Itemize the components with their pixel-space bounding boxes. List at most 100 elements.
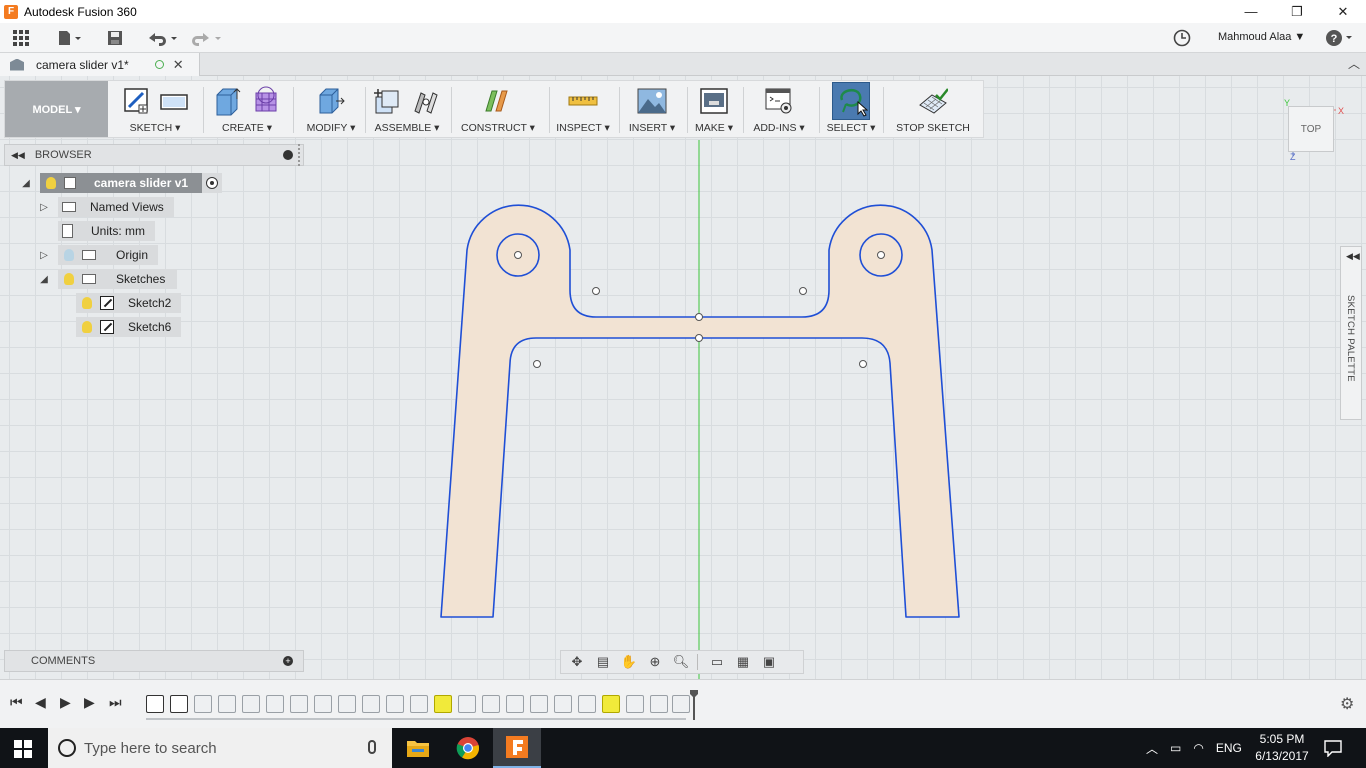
- visibility-bulb-icon[interactable]: [64, 273, 74, 285]
- microphone-icon[interactable]: [368, 740, 376, 754]
- inspect-group[interactable]: INSPECT ▾: [551, 81, 615, 137]
- show-hidden-icons-icon[interactable]: ︿: [1146, 740, 1158, 757]
- insert-group[interactable]: INSERT ▾: [621, 81, 683, 137]
- timeline-extrude-feature-highlighted[interactable]: [602, 695, 620, 713]
- timeline-extrude-feature[interactable]: [194, 695, 212, 713]
- construct-group[interactable]: CONSTRUCT ▾: [453, 81, 543, 137]
- browser-root-row[interactable]: ◢ camera slider v1: [20, 173, 223, 193]
- browser-item-units[interactable]: Units: mm: [58, 221, 155, 241]
- collapse-arrow-icon[interactable]: ◢: [20, 178, 32, 189]
- timeline-extrude-feature[interactable]: [626, 695, 644, 713]
- timeline-extrude-feature[interactable]: [314, 695, 332, 713]
- save-icon[interactable]: [104, 27, 126, 49]
- expand-arrow-icon[interactable]: ▷: [38, 250, 50, 261]
- zoom-icon[interactable]: ⊕: [645, 654, 665, 670]
- collapse-arrow-icon[interactable]: ◢: [38, 274, 50, 285]
- windows-start-icon[interactable]: [14, 740, 32, 758]
- undo-icon[interactable]: [144, 27, 180, 49]
- add-ins-group[interactable]: ADD-INS ▾: [745, 81, 813, 137]
- viewcube-face-top[interactable]: TOP: [1301, 124, 1321, 135]
- collapse-up-icon[interactable]: ︿: [1348, 55, 1360, 72]
- timeline-sketch-feature[interactable]: [146, 695, 164, 713]
- browser-item-sketches[interactable]: ◢ Sketches: [38, 269, 178, 289]
- file-explorer-taskbar-icon[interactable]: [394, 728, 442, 768]
- battery-icon[interactable]: ▭: [1170, 741, 1181, 755]
- close-tab-icon[interactable]: ✕: [173, 57, 184, 73]
- timeline-marker[interactable]: [690, 690, 698, 720]
- workspace-switcher-button[interactable]: MODEL ▾: [5, 81, 108, 137]
- timeline-extrude-feature[interactable]: [482, 695, 500, 713]
- timeline-extrude-feature[interactable]: [458, 695, 476, 713]
- fusion-360-taskbar-icon[interactable]: [493, 728, 541, 768]
- sketch-palette-tab[interactable]: ◀◀ SKETCH PALETTE: [1340, 246, 1362, 420]
- look-at-icon[interactable]: ▤: [593, 654, 613, 670]
- taskbar-search-box[interactable]: Type here to search: [48, 728, 392, 768]
- data-panel-grid-icon[interactable]: [10, 27, 32, 49]
- file-menu-icon[interactable]: [54, 27, 84, 49]
- go-to-end-icon[interactable]: ⏭: [109, 694, 122, 711]
- browser-panel-header[interactable]: ◀◀ BROWSER: [4, 144, 304, 166]
- activate-component-radio-icon[interactable]: [206, 177, 219, 189]
- sketch-drawing[interactable]: [0, 76, 1366, 679]
- chrome-taskbar-icon[interactable]: [444, 728, 492, 768]
- timeline-settings-gear-icon[interactable]: ⚙: [1340, 694, 1354, 714]
- timeline-extrude-feature[interactable]: [242, 695, 260, 713]
- browser-item-named-views[interactable]: ▷ Named Views: [38, 197, 174, 217]
- pan-hand-icon[interactable]: ✋: [619, 654, 639, 670]
- timeline-sketch-feature[interactable]: [170, 695, 188, 713]
- browser-resize-handle[interactable]: [298, 144, 300, 166]
- timeline-joint-feature[interactable]: [362, 695, 380, 713]
- play-icon[interactable]: ▶: [60, 694, 71, 711]
- browser-item-origin[interactable]: ▷ Origin: [38, 245, 159, 265]
- stop-sketch-group[interactable]: STOP SKETCH: [885, 81, 981, 137]
- user-account-menu[interactable]: Mahmoud Alaa ▼: [1218, 31, 1305, 43]
- system-clock[interactable]: 5:05 PM 6/13/2017: [1250, 731, 1314, 765]
- step-back-icon[interactable]: ◀: [35, 694, 46, 711]
- collapse-browser-icon[interactable]: ◀◀: [11, 150, 25, 161]
- redo-icon[interactable]: [188, 27, 224, 49]
- add-comment-icon[interactable]: +: [283, 656, 293, 666]
- action-center-notification-icon[interactable]: [1324, 739, 1342, 757]
- make-group[interactable]: MAKE ▾: [689, 81, 739, 137]
- browser-item-sketch6[interactable]: Sketch6: [76, 317, 182, 337]
- sketch-group[interactable]: SKETCH ▾: [109, 81, 201, 137]
- go-to-start-icon[interactable]: ⏮: [10, 694, 23, 711]
- visibility-bulb-off-icon[interactable]: [64, 249, 74, 261]
- select-tool-active[interactable]: [832, 82, 870, 120]
- input-language[interactable]: ENG: [1216, 741, 1242, 755]
- timeline-sketch-feature-highlighted[interactable]: [434, 695, 452, 713]
- timeline-extrude-feature[interactable]: [506, 695, 524, 713]
- minimize-button[interactable]: —: [1228, 0, 1274, 23]
- job-status-clock-icon[interactable]: [1172, 27, 1192, 49]
- network-wifi-icon[interactable]: ◠: [1193, 741, 1203, 755]
- timeline-joint-feature[interactable]: [410, 695, 428, 713]
- timeline-extrude-feature[interactable]: [338, 695, 356, 713]
- display-settings-icon[interactable]: ▭: [707, 654, 727, 670]
- maximize-button[interactable]: ❐: [1274, 0, 1320, 23]
- help-menu-icon[interactable]: ?: [1324, 27, 1356, 49]
- visibility-bulb-icon[interactable]: [82, 321, 92, 333]
- grid-settings-icon[interactable]: ▦: [733, 654, 753, 670]
- assemble-group[interactable]: ASSEMBLE ▾: [367, 81, 447, 137]
- timeline-extrude-feature[interactable]: [672, 695, 690, 713]
- timeline-extrude-feature[interactable]: [386, 695, 404, 713]
- browser-minimize-icon[interactable]: [283, 150, 293, 160]
- viewports-icon[interactable]: ▣: [759, 654, 779, 670]
- timeline-extrude-feature[interactable]: [650, 695, 668, 713]
- fit-zoom-icon[interactable]: 🔍︎: [671, 654, 691, 670]
- timeline-extrude-feature[interactable]: [530, 695, 548, 713]
- step-forward-icon[interactable]: ▶: [84, 694, 95, 711]
- select-group[interactable]: SELECT ▾: [821, 81, 881, 137]
- visibility-bulb-icon[interactable]: [82, 297, 92, 309]
- document-tab[interactable]: camera slider v1* ✕: [0, 53, 200, 76]
- timeline-extrude-feature[interactable]: [290, 695, 308, 713]
- timeline-joint-feature[interactable]: [578, 695, 596, 713]
- design-canvas[interactable]: [0, 76, 1366, 679]
- create-group[interactable]: CREATE ▾: [203, 81, 291, 137]
- viewcube[interactable]: TOP: [1288, 106, 1334, 152]
- close-window-button[interactable]: ✕: [1320, 0, 1366, 23]
- modify-group[interactable]: MODIFY ▾: [295, 81, 367, 137]
- timeline-extrude-feature[interactable]: [266, 695, 284, 713]
- expand-palette-icon[interactable]: ◀◀: [1346, 251, 1360, 262]
- browser-item-sketch2[interactable]: Sketch2: [76, 293, 182, 313]
